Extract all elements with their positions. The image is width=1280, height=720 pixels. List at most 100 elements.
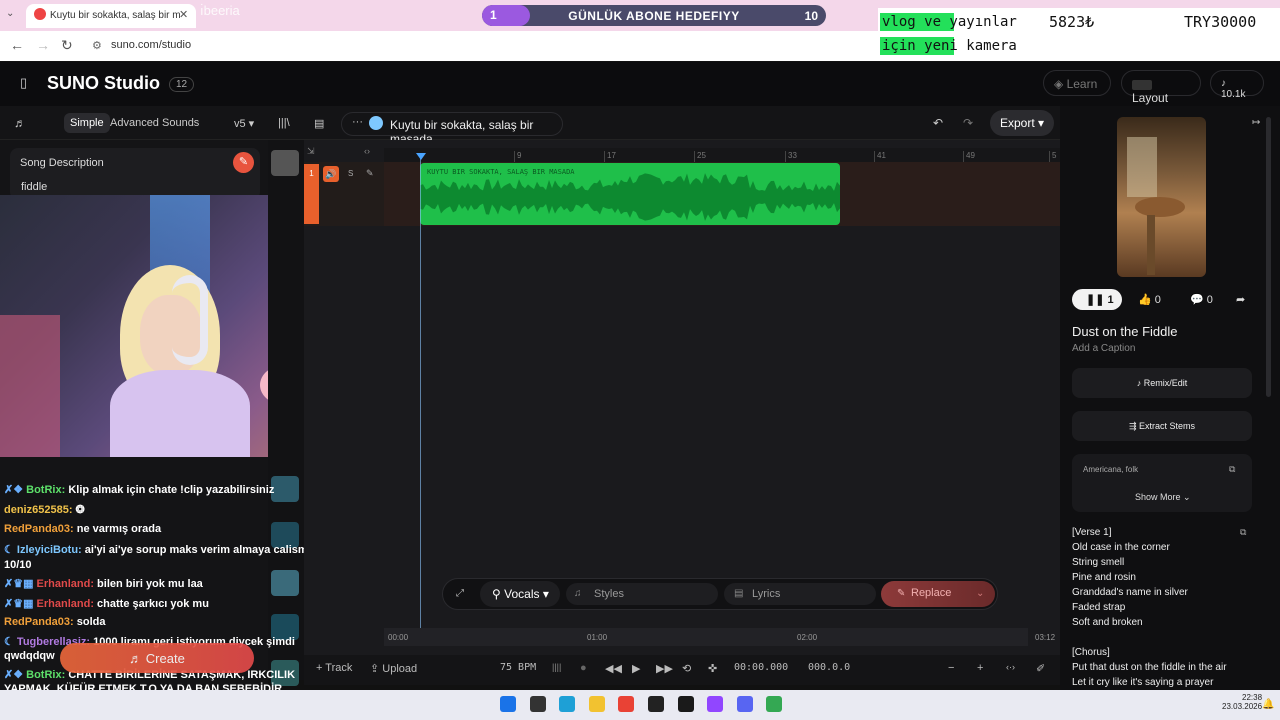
song-description-box[interactable] <box>10 148 260 200</box>
obs-icon[interactable] <box>648 696 664 712</box>
chat-text: ne varmış orada <box>76 523 162 535</box>
replace-dropdown-icon[interactable]: ⌄ <box>976 588 984 599</box>
zoom-in-icon[interactable]: + <box>977 662 983 674</box>
bpm-display[interactable]: 75 BPM <box>500 662 536 673</box>
copy-tags-icon[interactable]: ⧉ <box>1229 464 1235 475</box>
mode-sounds-tab[interactable]: Sounds <box>162 117 199 129</box>
file-explorer-icon[interactable] <box>588 696 605 712</box>
upload-button[interactable]: ⇪ Upload <box>370 662 417 675</box>
solo-button[interactable]: S <box>348 169 353 178</box>
chrome-profile-icon[interactable] <box>766 696 783 712</box>
lyrics-input[interactable]: Lyrics <box>724 583 876 605</box>
task-view-icon[interactable] <box>529 696 546 712</box>
chat-badge-icon: ✗♛▦ <box>4 578 37 590</box>
like-button[interactable]: 👍 0 <box>1138 293 1161 306</box>
caption-input[interactable]: Add a Caption <box>1072 343 1135 354</box>
remix-edit-button[interactable]: ♪ Remix/Edit <box>1072 368 1252 398</box>
clock-time: 22:38 <box>1242 693 1263 702</box>
library-icon[interactable]: |||\ <box>278 117 290 129</box>
show-more-button[interactable]: Show More ⌄ <box>1135 492 1191 503</box>
redo-icon[interactable]: ↷ <box>963 116 973 130</box>
version-select[interactable]: v5 ▾ <box>234 117 254 130</box>
goal-title: GÜNLÜK ABONE HEDEFIYY <box>568 9 740 23</box>
mini-timeline[interactable] <box>384 628 1028 646</box>
zoom-out-icon[interactable]: − <box>948 662 954 674</box>
export-button[interactable]: Export ▾ <box>990 110 1054 136</box>
arrows-icon[interactable]: ‹› <box>364 146 370 156</box>
thumb-1[interactable] <box>271 150 299 176</box>
music-note-icon[interactable]: ♬ <box>14 116 26 130</box>
tab-list-icon[interactable]: ⌄ <box>6 8 14 19</box>
chat-message: RedPanda03: ne varmış orada <box>4 523 161 535</box>
pause-button[interactable]: ❚❚ 1 <box>1072 289 1122 310</box>
chat-text: ai'yi ai'ye sorup maks verim almaya cali… <box>84 544 320 556</box>
wand-icon[interactable]: ✐ <box>1036 662 1045 675</box>
copy-lyrics-icon[interactable]: ⧉ <box>1240 527 1246 538</box>
terminal-icon[interactable] <box>677 696 694 712</box>
chat-username: RedPanda03: <box>4 616 77 628</box>
clock-date: 23.03.2026 <box>1222 702 1263 711</box>
collapse-icon[interactable]: ⇲ <box>307 146 315 157</box>
url-text[interactable]: suno.com/studio <box>111 39 191 51</box>
forward-icon[interactable]: → <box>36 37 50 53</box>
sidebar-toggle-icon[interactable]: ▯ <box>20 75 27 91</box>
edge-icon[interactable] <box>559 696 576 712</box>
site-info-icon[interactable]: ⚙ <box>92 39 102 52</box>
magic-wand-icon[interactable]: ✎ <box>233 152 254 173</box>
chat-username: Erhanland: <box>36 598 98 610</box>
notes-icon[interactable]: ▤ <box>314 117 324 130</box>
styles-input[interactable]: Styles <box>566 583 718 605</box>
more-options-icon[interactable]: ··· <box>352 116 363 128</box>
rewind-icon[interactable]: ◀◀ <box>605 662 622 675</box>
song-description-input[interactable]: fiddle <box>21 181 47 193</box>
reload-icon[interactable]: ↻ <box>61 37 73 54</box>
speaker-icon[interactable]: 🔊 <box>323 166 339 182</box>
playhead[interactable] <box>420 155 421 630</box>
collapse-panel-icon[interactable]: ↦ <box>1252 117 1260 128</box>
create-button[interactable]: ♬ Create <box>60 643 254 673</box>
chrome-icon[interactable] <box>618 696 635 712</box>
replace-label: Replace <box>911 587 952 599</box>
crosshair-icon[interactable]: ✜ <box>708 662 717 675</box>
expand-icon[interactable]: ⤢ <box>456 588 464 599</box>
mode-advanced-tab[interactable]: Advanced <box>110 117 159 129</box>
lyric-line: Pine and rosin <box>1072 572 1136 583</box>
ruler-mark: 17 <box>604 151 616 162</box>
comment-button[interactable]: 💬 0 <box>1190 293 1213 306</box>
pause-icon: ❚❚ <box>1086 294 1108 306</box>
scrollbar[interactable] <box>1266 117 1271 397</box>
browser-tab[interactable]: Kuytu bir sokakta, salaş bir m <box>26 4 196 28</box>
thumb-2[interactable] <box>271 476 299 502</box>
undo-icon[interactable]: ↶ <box>933 116 943 130</box>
share-icon[interactable]: ➦ <box>1236 293 1245 306</box>
chat-username: BotRix: <box>26 669 69 681</box>
fit-icon[interactable]: ‹·› <box>1006 662 1015 672</box>
mode-simple-tab[interactable]: Simple <box>64 113 110 133</box>
lyric-line: Put that dust on the fiddle in the air <box>1072 662 1227 673</box>
playhead-marker-icon[interactable] <box>416 153 426 160</box>
notification-icon[interactable]: 🔔 <box>1262 699 1274 710</box>
record-icon[interactable]: ● <box>580 662 587 674</box>
system-clock[interactable]: 22:38 23.03.2026 <box>1222 693 1262 711</box>
layout-button[interactable]: Layout <box>1121 70 1201 105</box>
discord-icon[interactable] <box>736 696 753 712</box>
chat-message: RedPanda03: solda <box>4 616 105 628</box>
windows-start-icon[interactable] <box>500 696 516 712</box>
add-track-button[interactable]: + Track <box>316 662 352 674</box>
chat-text: ❂ <box>75 504 85 516</box>
vocals-select[interactable]: ⚲ Vocals ▾ <box>480 581 560 607</box>
loop-icon[interactable]: ⟲ <box>682 662 691 675</box>
credits-button[interactable]: ♪ 10.1k <box>1210 70 1264 100</box>
thumb-4[interactable] <box>271 570 299 596</box>
edit-icon[interactable]: ✎ <box>366 168 374 179</box>
play-icon[interactable]: ▶ <box>632 662 640 675</box>
tab-title: Kuytu bir sokakta, salaş bir m <box>50 10 181 21</box>
extract-stems-button[interactable]: ⇶ Extract Stems <box>1072 411 1252 441</box>
twitch-icon[interactable] <box>707 696 724 712</box>
fast-forward-icon[interactable]: ▶▶ <box>656 662 673 675</box>
metronome-icon[interactable]: |||| <box>552 662 561 672</box>
app-badge: 12 <box>169 77 195 92</box>
close-tab-icon[interactable]: ✕ <box>179 8 188 21</box>
back-icon[interactable]: ← <box>10 37 24 53</box>
learn-button[interactable]: ◈ Learn <box>1043 70 1111 96</box>
